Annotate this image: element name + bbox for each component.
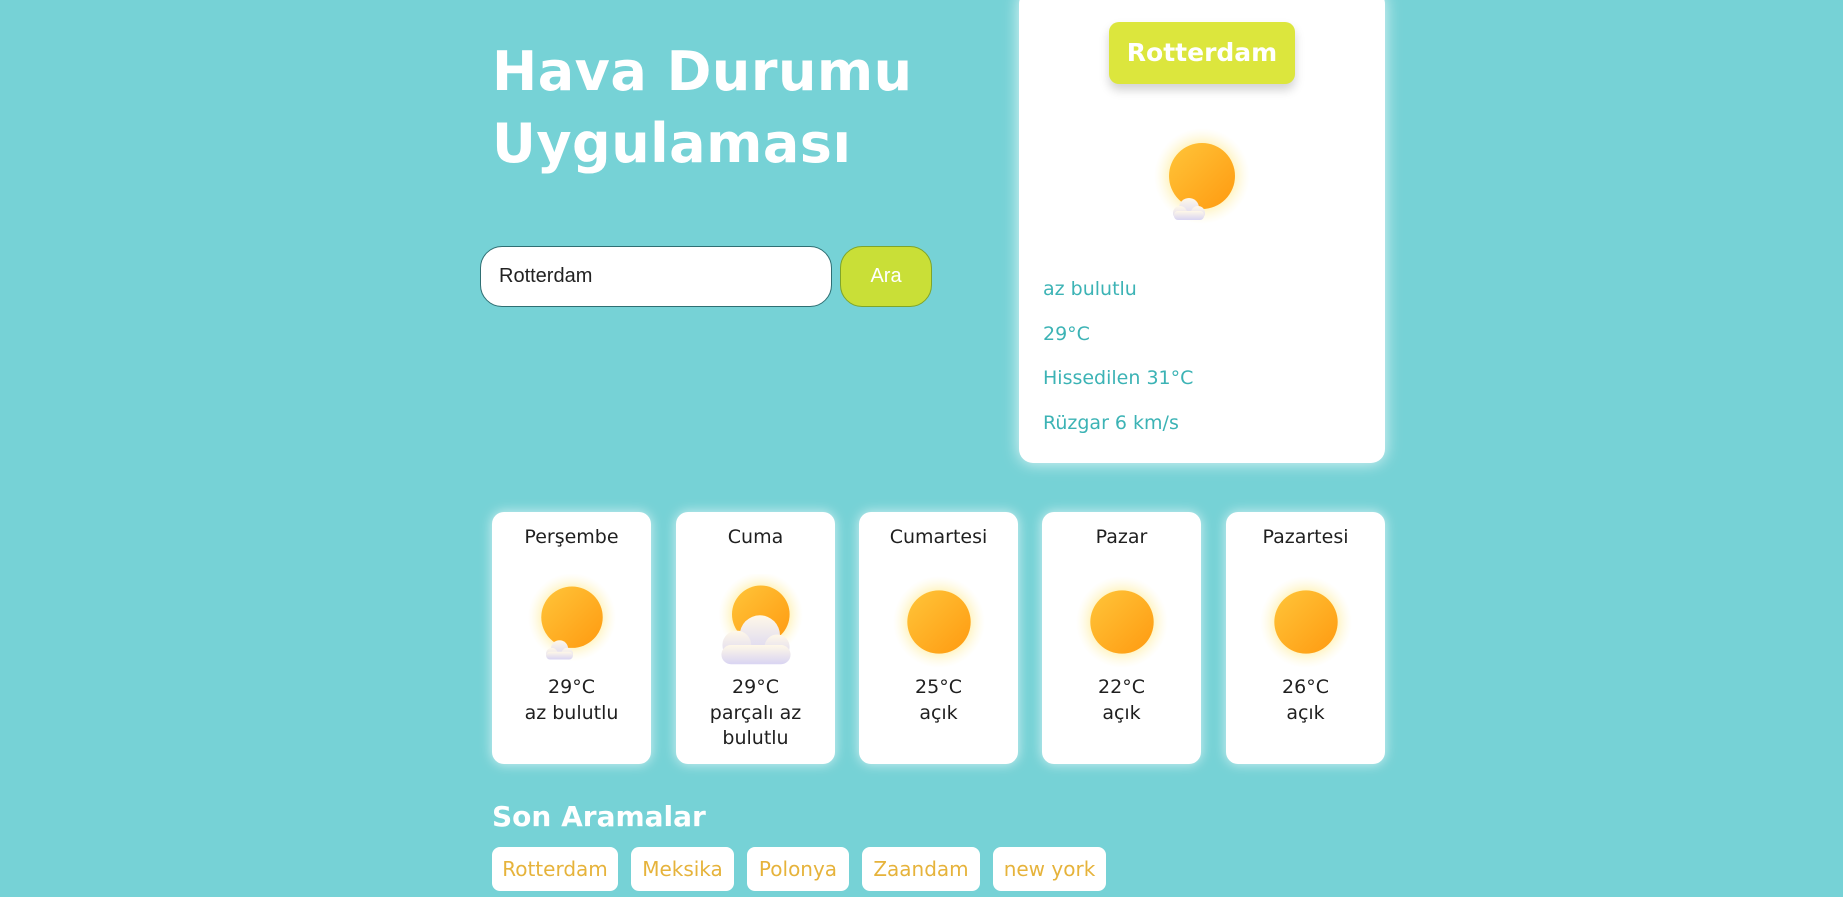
sun-with-small-cloud-icon — [1154, 128, 1250, 224]
recent-search-chip[interactable]: Rotterdam — [492, 847, 618, 891]
sun-behind-cloud-icon — [718, 574, 804, 665]
forecast-day: Pazar — [1095, 526, 1148, 548]
search-button[interactable]: Ara — [840, 246, 932, 307]
current-wind: Rüzgar 6 km/s — [1043, 412, 1179, 434]
forecast-temperature: 29°C — [548, 676, 595, 698]
forecast-card: Perşembe 29°C az bulutlu — [492, 512, 651, 764]
forecast-temperature: 22°C — [1098, 676, 1145, 698]
sun-with-small-cloud-icon — [527, 574, 617, 662]
recent-search-chip[interactable]: Zaandam — [862, 847, 980, 891]
recent-search-chip[interactable]: Meksika — [631, 847, 734, 891]
forecast-temperature: 25°C — [915, 676, 962, 698]
current-weather-card: Rotterdam az bulutlu 29°C Hissedilen 31°… — [1019, 0, 1385, 463]
forecast-card: Pazartesi 26°C açık — [1226, 512, 1385, 764]
forecast-card: Cuma 29°C parçalı az bulutlu — [676, 512, 835, 764]
forecast-day: Perşembe — [524, 526, 619, 548]
recent-searches-title: Son Aramalar — [492, 800, 706, 833]
city-search-input[interactable] — [480, 246, 832, 307]
forecast-description: açık — [919, 702, 958, 724]
app-title-line1: Hava Durumu — [492, 40, 913, 103]
app-title-line2: Uygulaması — [492, 112, 852, 175]
current-description: az bulutlu — [1043, 278, 1137, 300]
forecast-day: Cuma — [727, 526, 784, 548]
forecast-day: Cumartesi — [889, 526, 988, 548]
weather-app: Hava Durumu Uygulaması Ara Rotterdam az … — [0, 0, 1843, 897]
sun-icon — [1075, 575, 1169, 669]
forecast-temperature: 26°C — [1282, 676, 1329, 698]
forecast-description: açık — [1102, 702, 1141, 724]
recent-search-chip[interactable]: new york — [993, 847, 1106, 891]
forecast-description: parçalı az bulutlu — [709, 702, 802, 749]
recent-search-chip[interactable]: Polonya — [747, 847, 849, 891]
forecast-description: az bulutlu — [524, 702, 619, 724]
forecast-card: Cumartesi 25°C açık — [859, 512, 1018, 764]
sun-icon — [1259, 575, 1353, 669]
current-temperature: 29°C — [1043, 323, 1090, 345]
forecast-day: Pazartesi — [1262, 526, 1349, 548]
current-city-badge: Rotterdam — [1109, 22, 1295, 84]
current-feels-like: Hissedilen 31°C — [1043, 367, 1194, 389]
forecast-description: açık — [1286, 702, 1325, 724]
forecast-card: Pazar 22°C açık — [1042, 512, 1201, 764]
app-title: Hava Durumu Uygulaması — [492, 36, 913, 180]
forecast-temperature: 29°C — [732, 676, 779, 698]
sun-icon — [892, 575, 986, 669]
